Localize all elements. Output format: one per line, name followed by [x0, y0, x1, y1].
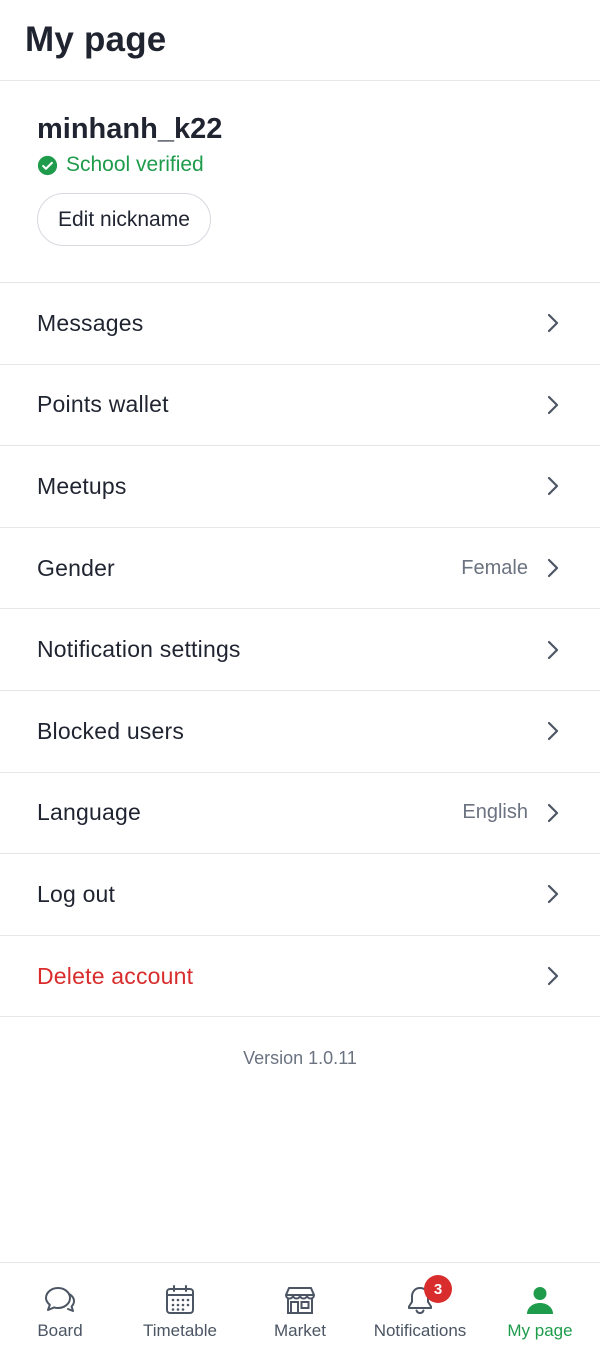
chevron-right-icon	[547, 477, 559, 496]
menu-label: Notification settings	[37, 636, 241, 663]
bottom-tab-bar: Board Timetable Market 3 Notifications M…	[0, 1262, 600, 1354]
settings-menu: Messages Points wallet Meetups Gender Fe…	[0, 283, 600, 1018]
menu-item-points-wallet[interactable]: Points wallet	[0, 365, 600, 447]
verified-status: School verified	[37, 153, 563, 177]
menu-item-notification-settings[interactable]: Notification settings	[0, 609, 600, 691]
profile-section: minhanh_k22 School verified Edit nicknam…	[0, 81, 600, 283]
page-title: My page	[25, 20, 167, 59]
menu-label: Log out	[37, 880, 116, 907]
menu-label: Blocked users	[37, 717, 185, 744]
chevron-right-icon	[547, 722, 559, 741]
store-icon	[285, 1287, 315, 1314]
person-icon	[527, 1287, 553, 1314]
verified-label: School verified	[66, 153, 204, 176]
app-version: Version 1.0.11	[243, 1048, 357, 1069]
tab-notifications[interactable]: 3 Notifications	[360, 1275, 480, 1341]
notification-count-badge: 3	[424, 1275, 452, 1303]
tab-label: Timetable	[142, 1321, 217, 1340]
chevron-right-icon	[547, 558, 559, 578]
gender-value: Female	[461, 556, 528, 579]
language-value: English	[462, 801, 528, 824]
tab-board[interactable]: Board	[0, 1283, 120, 1341]
menu-item-meetups[interactable]: Meetups	[0, 446, 600, 528]
nickname: minhanh_k22	[37, 113, 223, 145]
tab-market[interactable]: Market	[240, 1283, 360, 1341]
menu-item-gender[interactable]: Gender Female	[0, 528, 600, 610]
chevron-right-icon	[547, 885, 559, 904]
calendar-icon	[166, 1285, 194, 1314]
menu-label: Messages	[37, 309, 144, 336]
menu-item-delete-account[interactable]: Delete account	[0, 936, 600, 1018]
tab-label: Market	[274, 1321, 326, 1340]
menu-label: Meetups	[37, 472, 127, 499]
menu-item-blocked-users[interactable]: Blocked users	[0, 691, 600, 773]
chevron-right-icon	[547, 966, 559, 986]
menu-item-messages[interactable]: Messages	[0, 283, 600, 365]
menu-label: Delete account	[37, 962, 194, 989]
tab-label: Board	[37, 1321, 83, 1340]
menu-item-language[interactable]: Language English	[0, 773, 600, 855]
page-header: My page	[0, 0, 600, 81]
edit-nickname-button[interactable]: Edit nickname	[37, 193, 211, 246]
chat-bubbles-icon	[45, 1287, 75, 1312]
chevron-right-icon	[547, 640, 559, 659]
chevron-right-icon	[547, 395, 559, 414]
check-circle-icon	[37, 155, 58, 175]
chevron-right-icon	[547, 803, 559, 822]
tab-timetable[interactable]: Timetable	[120, 1283, 240, 1341]
menu-item-log-out[interactable]: Log out	[0, 854, 600, 936]
chevron-right-icon	[547, 314, 559, 333]
app-root: My page minhanh_k22 School verified Edit…	[0, 0, 600, 1354]
tab-label: My page	[507, 1321, 573, 1340]
menu-label: Gender	[37, 554, 115, 581]
menu-label: Points wallet	[37, 391, 169, 418]
tab-my-page[interactable]: My page	[480, 1283, 600, 1341]
tab-label: Notifications	[373, 1321, 467, 1340]
menu-label: Language	[37, 799, 141, 826]
